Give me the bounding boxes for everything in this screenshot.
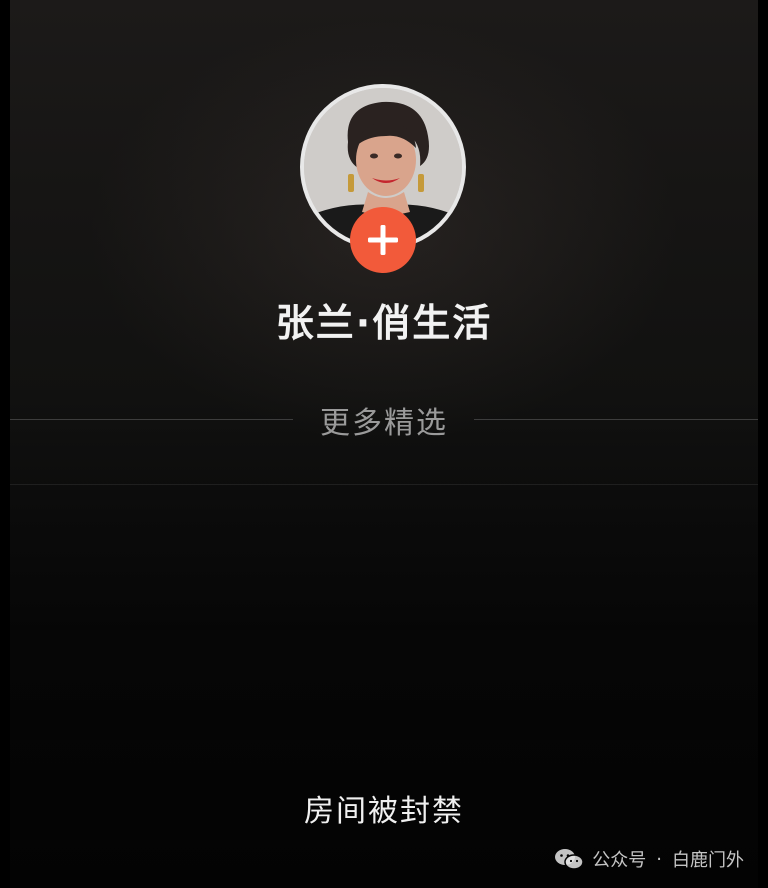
left-edge [0, 0, 10, 888]
room-banned-message: 房间被封禁 [304, 794, 464, 829]
more-picks-link[interactable]: 更多精选 [0, 398, 768, 442]
watermark-account: 白鹿门外 [672, 850, 744, 871]
wechat-icon [555, 849, 585, 870]
watermark-separator: · [656, 848, 662, 870]
section-separator [10, 484, 758, 485]
watermark: 公众号 · 白鹿门外 [554, 846, 744, 872]
plus-icon [368, 225, 398, 255]
divider-right [474, 419, 758, 420]
live-room-screen: 张兰·俏生活 更多精选 房间被封禁 公众号 · 白鹿门外 [0, 0, 768, 888]
follow-button[interactable] [350, 207, 416, 273]
watermark-channel: 公众号 [592, 850, 647, 871]
streamer-name: 张兰·俏生活 [275, 301, 493, 345]
right-edge [758, 0, 768, 888]
